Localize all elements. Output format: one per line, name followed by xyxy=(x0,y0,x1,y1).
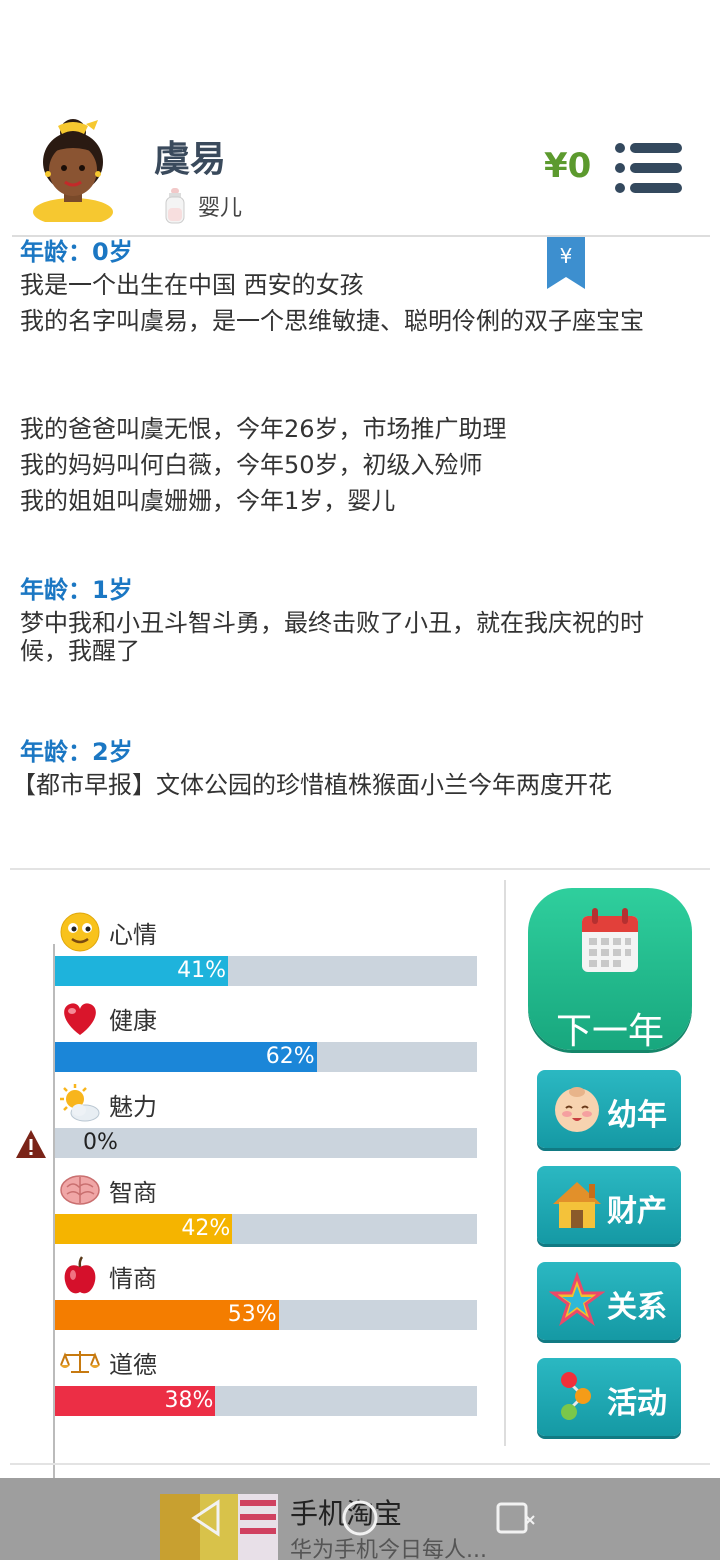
log-line: 我的名字叫虞易，是一个思维敏捷、聪明伶俐的双子座宝宝 xyxy=(20,307,644,335)
stat-value: 38% xyxy=(164,1388,214,1413)
panel-vertical-divider xyxy=(504,880,506,1446)
stat-value: 42% xyxy=(181,1216,231,1241)
house-icon xyxy=(553,1182,601,1228)
stat-bar: 62% xyxy=(55,1042,477,1072)
stat-value: 53% xyxy=(227,1302,277,1327)
player-name: 虞易 xyxy=(154,139,227,180)
stat-mood: 心情 41% xyxy=(55,912,477,998)
stat-value: 62% xyxy=(265,1044,315,1069)
log-line: 我的姐姐叫虞姗姗，今年1岁，婴儿 xyxy=(20,487,396,515)
baby-face-icon xyxy=(555,1087,599,1132)
scales-icon xyxy=(60,1351,100,1373)
relations-label: 关系 xyxy=(607,1290,667,1325)
log-line: 我的爸爸叫虞无恨，今年26岁，市场推广助理 xyxy=(20,415,507,443)
ad-banner[interactable]: 手机淘宝 华为手机今日每人... xyxy=(0,1478,720,1560)
stat-charm: 魅力 0% xyxy=(55,1084,477,1170)
stats-panel: 心情 41% 健康 62% 魅力 0% 智商 42% 情商 53% 道德 38% xyxy=(0,870,500,1504)
childhood-label: 幼年 xyxy=(607,1098,667,1133)
stat-value: 41% xyxy=(177,958,227,983)
warning-icon[interactable] xyxy=(14,1128,48,1160)
money-display: ¥0 xyxy=(544,146,592,186)
ad-thumbnail[interactable] xyxy=(160,1494,278,1560)
bookmark-symbol: ¥ xyxy=(560,244,573,268)
money-bookmark-icon[interactable]: ¥ xyxy=(547,237,585,289)
stat-iq: 智商 42% xyxy=(55,1170,477,1256)
age-heading: 年龄：2岁 xyxy=(20,738,133,766)
stat-bar: 41% xyxy=(55,956,477,986)
stat-bar: 0% xyxy=(55,1128,477,1158)
profile-header: 虞易 婴儿 ¥0 xyxy=(0,0,720,236)
assets-label: 财产 xyxy=(607,1194,667,1229)
apple-icon xyxy=(64,1256,96,1294)
menu-icon[interactable] xyxy=(612,140,684,196)
stat-morality: 道德 38% xyxy=(55,1342,477,1428)
next-year-button[interactable]: 下一年 xyxy=(528,888,692,1052)
bottom-divider xyxy=(10,1463,710,1465)
sun-cloud-icon xyxy=(60,1084,100,1122)
stat-label: 情商 xyxy=(109,1264,157,1293)
life-log[interactable]: 年龄：0岁 我是一个出生在中国 西安的女孩 我的名字叫虞易，是一个思维敏捷、聪明… xyxy=(0,237,720,860)
stat-label: 智商 xyxy=(109,1178,157,1207)
next-year-label: 下一年 xyxy=(555,1011,664,1052)
heart-icon xyxy=(64,1003,96,1035)
assets-button[interactable]: 财产 xyxy=(537,1166,681,1244)
stat-eq: 情商 53% xyxy=(55,1256,477,1342)
activities-button[interactable]: 活动 xyxy=(537,1358,681,1436)
ad-subtitle: 华为手机今日每人... xyxy=(290,1538,487,1560)
stat-label: 心情 xyxy=(109,920,157,949)
stat-label: 道德 xyxy=(109,1350,157,1379)
brain-icon xyxy=(60,1175,100,1205)
log-line: 我是一个出生在中国 西安的女孩 xyxy=(20,271,364,299)
calendar-icon xyxy=(582,908,638,972)
stat-bar: 42% xyxy=(55,1214,477,1244)
age-heading: 年龄：0岁 xyxy=(20,238,133,266)
stat-health: 健康 62% xyxy=(55,998,477,1084)
life-stage: 婴儿 xyxy=(164,188,242,224)
ad-title: 手机淘宝 xyxy=(290,1497,403,1530)
relations-button[interactable]: 关系 xyxy=(537,1262,681,1340)
stat-label: 魅力 xyxy=(109,1092,157,1121)
log-line: 梦中我和小丑斗智斗勇，最终击败了小丑，就在我庆祝的时候，我醒了 xyxy=(20,609,644,665)
baby-bottle-icon xyxy=(165,188,185,224)
star-icon xyxy=(549,1272,605,1326)
stat-value: 0% xyxy=(83,1130,118,1155)
activities-label: 活动 xyxy=(607,1386,667,1421)
girl-avatar[interactable] xyxy=(28,112,118,222)
stat-label: 健康 xyxy=(109,1006,157,1035)
activity-dots-icon xyxy=(561,1372,591,1420)
smiley-icon xyxy=(60,912,100,952)
age-heading: 年龄：1岁 xyxy=(20,576,133,604)
log-line: 我的妈妈叫何白薇，今年50岁，初级入殓师 xyxy=(20,451,483,479)
stat-bar: 53% xyxy=(55,1300,477,1330)
childhood-button[interactable]: 幼年 xyxy=(537,1070,681,1148)
stat-bar: 38% xyxy=(55,1386,477,1416)
log-line: 【都市早报】文体公园的珍惜植株猴面小兰今年两度开花 xyxy=(12,771,612,799)
life-stage-label: 婴儿 xyxy=(198,196,243,221)
